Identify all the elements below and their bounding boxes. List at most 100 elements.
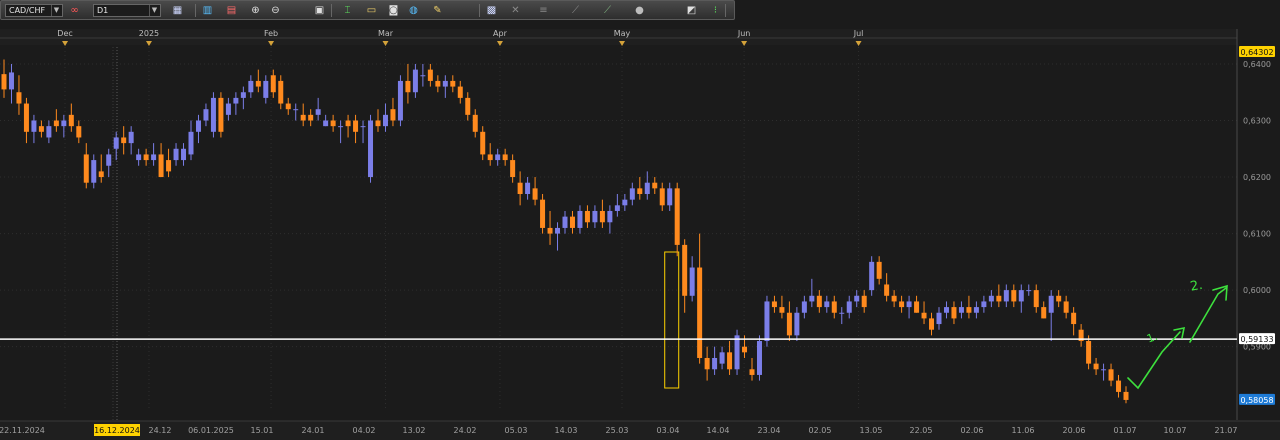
candle-body — [121, 137, 127, 144]
candle-body — [457, 86, 463, 98]
candle-body — [487, 154, 493, 161]
price-axis-label: 0,6200 — [1243, 173, 1271, 182]
date-axis-label: 03.04 — [657, 426, 680, 435]
candle-body — [854, 295, 860, 302]
candle-body — [577, 210, 583, 228]
candle-body — [128, 131, 134, 144]
date-axis-label: 04.02 — [353, 426, 376, 435]
candle-body — [450, 80, 456, 87]
candle-body — [1018, 290, 1024, 302]
candle-body — [1123, 391, 1129, 400]
candle-body — [68, 114, 74, 127]
candle-body — [719, 352, 725, 364]
candle-body — [1, 74, 7, 90]
candle-body — [38, 126, 44, 132]
candle-body — [233, 97, 239, 104]
candle-body — [23, 103, 29, 132]
candle-body — [951, 307, 957, 319]
candle-body — [76, 126, 82, 138]
candle-body — [210, 97, 216, 132]
candle-body — [996, 295, 1002, 302]
candle-body — [540, 199, 546, 228]
date-axis-label: 13.05 — [860, 426, 883, 435]
candle-body — [659, 188, 665, 206]
candle-body — [734, 335, 740, 370]
candle-body — [599, 210, 605, 223]
candle-body — [712, 357, 718, 370]
candle-body — [697, 267, 703, 358]
candle-body — [816, 295, 822, 308]
candle-body — [248, 80, 254, 93]
date-axis-label: 25.03 — [606, 426, 629, 435]
time-axis-top-label: 2025 — [139, 29, 159, 38]
candle-body — [61, 120, 67, 127]
candle-body — [936, 312, 942, 325]
date-axis-label: 14.04 — [707, 426, 730, 435]
price-axis-label: 0,6000 — [1243, 286, 1271, 295]
candle-body — [614, 205, 620, 211]
candle-body — [884, 284, 890, 296]
candle-body — [704, 357, 710, 370]
date-axis-label: 23.04 — [758, 426, 781, 435]
candle-body — [442, 80, 448, 87]
candle-body — [592, 210, 598, 223]
candle-body — [330, 120, 336, 127]
candle-body — [1011, 290, 1017, 302]
candle-body — [345, 120, 351, 127]
candle-body — [674, 188, 680, 245]
candle-body — [1116, 380, 1122, 392]
candle-body — [899, 301, 905, 308]
candle-body — [637, 188, 643, 195]
price-chart[interactable]: Dec 2025 Feb Mar Apr May Jun Jul 0,6400 0,6300 0,6… — [0, 0, 1280, 440]
price-label-hline: 0,59133 — [1240, 335, 1273, 344]
candle-body — [270, 75, 276, 93]
date-axis-label: 21.07 — [1215, 426, 1238, 435]
candle-body — [555, 227, 561, 234]
date-highlight-label: 16.12.2024 — [94, 426, 140, 435]
candle-body — [315, 109, 321, 115]
candle-body — [218, 97, 224, 132]
candle-body — [285, 103, 291, 110]
candle-body — [465, 97, 471, 115]
candle-body — [742, 346, 748, 353]
candle-body — [240, 92, 246, 98]
time-axis-top-label: Apr — [493, 29, 508, 38]
candle-body — [195, 120, 201, 132]
candle-body — [397, 80, 403, 121]
candle-body — [472, 114, 478, 132]
candle-body — [1026, 290, 1032, 292]
date-axis-label: 15.01 — [251, 426, 274, 435]
candle-body — [839, 312, 845, 314]
candle-body — [981, 301, 987, 308]
candle-body — [809, 295, 815, 302]
candle-body — [382, 114, 388, 127]
annotation-label-2: 2. — [1189, 278, 1204, 295]
candle-body — [360, 126, 366, 128]
candle-body — [958, 307, 964, 313]
candle-body — [181, 148, 187, 161]
price-axis-label: 0,6400 — [1243, 60, 1271, 69]
candle-body — [166, 160, 172, 172]
candle-body — [412, 69, 418, 93]
candle-body — [113, 137, 119, 149]
candle-body — [278, 80, 284, 104]
candle-body — [869, 261, 875, 291]
date-axis-label: 24.01 — [302, 426, 325, 435]
date-axis-label: 24.02 — [454, 426, 477, 435]
candle-body — [532, 188, 538, 200]
candle-body — [16, 92, 22, 104]
candle-body — [973, 307, 979, 313]
date-axis-label: 01.07 — [1114, 426, 1137, 435]
date-axis-label: 10.07 — [1164, 426, 1187, 435]
date-axis-label: 22.05 — [910, 426, 933, 435]
candle-body — [151, 154, 157, 161]
candle-body — [502, 154, 508, 161]
time-axis-top-label: Mar — [378, 29, 394, 38]
candle-body — [525, 182, 531, 195]
candle-body — [682, 244, 688, 296]
candle-body — [225, 103, 231, 115]
candle-body — [771, 301, 777, 308]
candle-body — [300, 114, 306, 121]
candle-body — [517, 182, 523, 195]
candle-body — [1041, 307, 1047, 319]
